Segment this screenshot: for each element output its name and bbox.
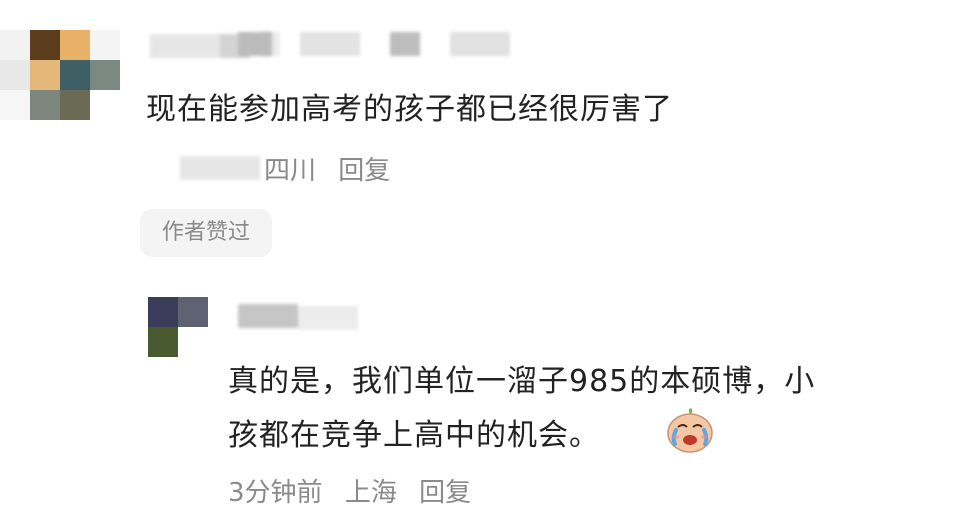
- reply-location: 上海: [344, 478, 397, 508]
- avatar-pixel: [90, 60, 120, 90]
- avatar-pixel: [0, 30, 30, 60]
- avatar-pixel: [90, 90, 120, 120]
- avatar-pixel: [0, 90, 30, 120]
- comment-meta: 四川 回复: [264, 150, 404, 187]
- comment-reply-button[interactable]: 回复: [338, 156, 390, 186]
- comment-text: 现在能参加高考的孩子都已经很厉害了: [146, 92, 673, 127]
- crying-face-emoji: [667, 408, 713, 453]
- comment-location: 四川: [264, 156, 317, 186]
- commenter-avatar[interactable]: [0, 30, 120, 120]
- avatar-pixel: [30, 90, 60, 120]
- avatar-pixel: [60, 60, 90, 90]
- avatar-pixel: [148, 297, 178, 327]
- avatar-pixel: [60, 30, 90, 60]
- commenter-username-extra: [238, 30, 368, 62]
- avatar-pixel: [178, 297, 208, 327]
- reply-time: 3分钟前: [228, 478, 323, 508]
- comment-time-blurred: [180, 152, 260, 184]
- reply-text-line1: 真的是，我们单位一溜子985的本硕博，小: [228, 364, 816, 399]
- avatar-pixel: [0, 60, 30, 90]
- author-liked-badge: 作者赞过: [140, 209, 272, 257]
- replier-avatar[interactable]: [148, 297, 208, 357]
- avatar-pixel: [60, 90, 90, 120]
- avatar-pixel: [148, 327, 178, 357]
- reply-meta: 3分钟前 上海 回复: [228, 472, 485, 509]
- avatar-pixel: [30, 30, 60, 60]
- avatar-pixel: [30, 60, 60, 90]
- replier-username[interactable]: [238, 300, 358, 332]
- avatar-pixel: [178, 327, 208, 357]
- reply-text-line2: 孩都在竞争上高中的机会。: [228, 418, 600, 453]
- reply-reply-button[interactable]: 回复: [419, 478, 471, 508]
- avatar-pixel: [90, 30, 120, 60]
